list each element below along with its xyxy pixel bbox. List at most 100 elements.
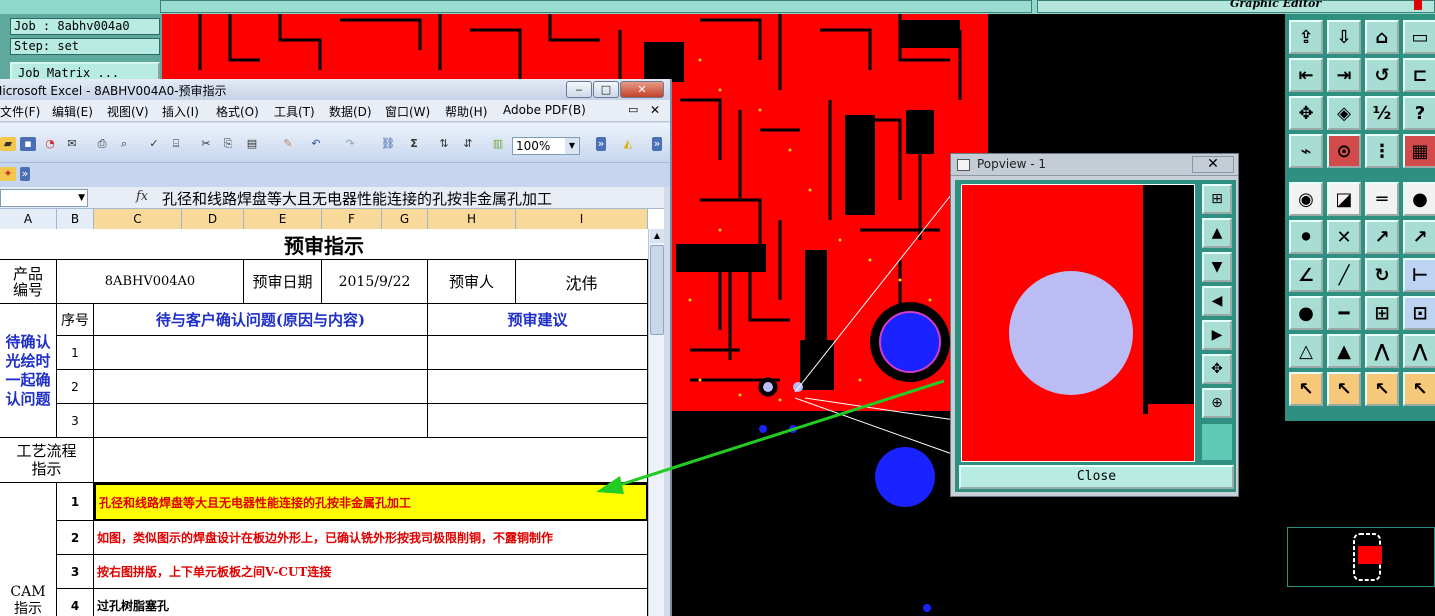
cam-row-no[interactable]: 2 — [57, 521, 94, 555]
probe-icon[interactable]: ⌁ — [1289, 134, 1323, 168]
popview-close-x-button[interactable]: ✕ — [1192, 156, 1234, 173]
menu-close-icon[interactable]: ✕ — [650, 103, 660, 117]
cut-icon[interactable]: ✂ — [198, 137, 214, 151]
rotate-icon[interactable]: ↻ — [1365, 258, 1399, 292]
confirm-row-no[interactable]: 1 — [57, 336, 94, 370]
print-preview-icon[interactable]: ⌕ — [116, 137, 132, 151]
scroll-up-icon[interactable]: ▲ — [650, 229, 664, 243]
popview-title-bar[interactable]: Popview - 1 ✕ — [951, 154, 1238, 176]
vertical-scrollbar[interactable]: ▲ — [648, 229, 664, 616]
sort-descending-icon[interactable]: ⇵ — [460, 137, 476, 151]
window-icon[interactable]: ▭ — [1403, 20, 1435, 54]
home-icon[interactable]: ⌂ — [1365, 20, 1399, 54]
fill-color-icon[interactable]: ◭ — [620, 137, 636, 151]
process-value[interactable] — [94, 438, 648, 483]
slash-icon[interactable]: ╱ — [1327, 258, 1361, 292]
cam-row-text[interactable]: 按右图拼版，上下单元板板之间V-CUT连接 — [94, 555, 648, 589]
menu-view[interactable]: 视图(V) — [107, 103, 149, 120]
pointer-multi-icon[interactable]: ↖ — [1403, 372, 1435, 406]
pv-right-icon[interactable]: ▶ — [1202, 320, 1232, 350]
print-icon[interactable]: ⎙ — [94, 137, 110, 151]
scroll-thumb[interactable] — [650, 245, 664, 335]
route-icon[interactable]: ↗ — [1365, 220, 1399, 254]
undo-icon[interactable]: ↺ — [1365, 58, 1399, 92]
dot-icon[interactable]: ● — [1403, 182, 1435, 216]
cam-row-text[interactable]: 过孔树脂塞孔 — [94, 589, 648, 616]
dash-icon[interactable]: ━ — [1327, 296, 1361, 330]
reviewer-value[interactable]: 沈伟 — [516, 260, 648, 304]
line-icon[interactable]: ◪ — [1327, 182, 1361, 216]
spelling-icon[interactable]: ✓ — [146, 137, 162, 151]
worksheet[interactable]: A B C D E F G H I 预审指示 产品 编号 8ABHV004A0 … — [0, 209, 664, 616]
connect-icon[interactable]: ⚫ — [1289, 220, 1323, 254]
copy-up-icon[interactable]: ⇪ — [1289, 20, 1323, 54]
confirm-row-suggestion[interactable] — [428, 370, 648, 404]
menu-file[interactable]: 文件(F) — [0, 103, 40, 120]
col-header-e[interactable]: E — [244, 209, 322, 229]
autosum-icon[interactable]: Σ — [406, 137, 422, 151]
chart-wizard-icon[interactable]: ▥ — [490, 137, 506, 151]
maximize-button[interactable]: □ — [593, 81, 619, 98]
confirm-section-label[interactable]: 待确认 光绘时 一起确 认问题 — [0, 304, 57, 438]
menu-adobe-pdf[interactable]: Adobe PDF(B) — [503, 103, 586, 117]
arch-icon[interactable]: ⋀ — [1365, 334, 1399, 368]
mini-map[interactable] — [1287, 527, 1435, 587]
sheet-title[interactable]: 预审指示 — [0, 229, 648, 260]
blocks-icon[interactable]: ⊡ — [1403, 296, 1435, 330]
copy-down-icon[interactable]: ⇩ — [1327, 20, 1361, 54]
help-icon[interactable]: ? — [1403, 96, 1435, 130]
name-box[interactable]: ▼ — [0, 189, 88, 207]
cross-icon[interactable]: ✕ — [1327, 220, 1361, 254]
cam-row-no[interactable]: 4 — [57, 589, 94, 616]
cam-row-no[interactable]: 3 — [57, 555, 94, 589]
minimize-button[interactable]: ‒ — [566, 81, 592, 98]
fit-icon[interactable]: ✥ — [1289, 96, 1323, 130]
seq-header[interactable]: 序号 — [57, 304, 94, 336]
angle-icon[interactable]: ∠ — [1289, 258, 1323, 292]
confirm-row-issue[interactable] — [94, 336, 428, 370]
move-left-icon[interactable]: ⇤ — [1289, 58, 1323, 92]
col-header-d[interactable]: D — [182, 209, 244, 229]
popview-canvas[interactable] — [960, 183, 1196, 463]
ruler-icon[interactable]: ═ — [1365, 182, 1399, 216]
pv-left-icon[interactable]: ◀ — [1202, 286, 1232, 316]
process-label[interactable]: 工艺流程 指示 — [0, 438, 94, 483]
hyperlink-icon[interactable]: ⛓ — [380, 137, 396, 151]
pointer-icon[interactable]: ↖ — [1289, 372, 1323, 406]
col-header-b[interactable]: B — [57, 209, 94, 229]
copy-icon[interactable]: ⎘ — [220, 137, 236, 151]
shape-icon[interactable]: ⊏ — [1403, 58, 1435, 92]
center-icon[interactable]: ◈ — [1327, 96, 1361, 130]
node-icon[interactable]: ● — [1289, 296, 1323, 330]
research-icon[interactable]: ⌸ — [168, 137, 184, 151]
excel-title-bar[interactable]: Microsoft Excel - 8ABHV004A0-预审指示 ‒ □ ✕ — [0, 79, 670, 100]
move-right-icon[interactable]: ⇥ — [1327, 58, 1361, 92]
redo-icon[interactable]: ↷ — [342, 137, 358, 151]
point-icon[interactable]: ↗ — [1403, 220, 1435, 254]
issue-header[interactable]: 待与客户确认问题(原因与内容) — [94, 304, 428, 336]
layers-icon[interactable]: ⋮ — [1365, 134, 1399, 168]
col-header-a[interactable]: A — [0, 209, 57, 229]
sort-ascending-icon[interactable]: ⇅ — [436, 137, 452, 151]
suggestion-header[interactable]: 预审建议 — [428, 304, 648, 336]
pointer-box-icon[interactable]: ↖ — [1327, 372, 1361, 406]
pv-center-icon[interactable]: ⊕ — [1202, 388, 1232, 418]
toolbar-options-2-icon[interactable]: » — [652, 137, 662, 151]
fx-icon[interactable]: fx — [136, 189, 148, 204]
triangle-arrow-icon[interactable]: ▲ — [1327, 334, 1361, 368]
pointer-dia-icon[interactable]: ↖ — [1365, 372, 1399, 406]
col-header-h[interactable]: H — [428, 209, 516, 229]
arch2-icon[interactable]: ⋀ — [1403, 334, 1435, 368]
reviewer-label[interactable]: 预审人 — [428, 260, 516, 304]
menu-data[interactable]: 数据(D) — [329, 103, 372, 120]
snap-icon[interactable]: ⊢ — [1403, 258, 1435, 292]
col-header-i[interactable]: I — [516, 209, 648, 229]
product-no-value[interactable]: 8ABHV004A0 — [57, 260, 244, 304]
cam-row-no[interactable]: 1 — [57, 483, 94, 521]
cam-row-text[interactable]: 如图，类似图示的焊盘设计在板边外形上，已确认铣外形按我司极限削铜，不露铜制作 — [94, 521, 648, 555]
confirm-row-no[interactable]: 3 — [57, 404, 94, 438]
menu-tools[interactable]: 工具(T) — [274, 103, 315, 120]
pv-down-icon[interactable]: ▼ — [1202, 252, 1232, 282]
pad-icon[interactable]: ◉ — [1289, 182, 1323, 216]
col-header-f[interactable]: F — [322, 209, 382, 229]
